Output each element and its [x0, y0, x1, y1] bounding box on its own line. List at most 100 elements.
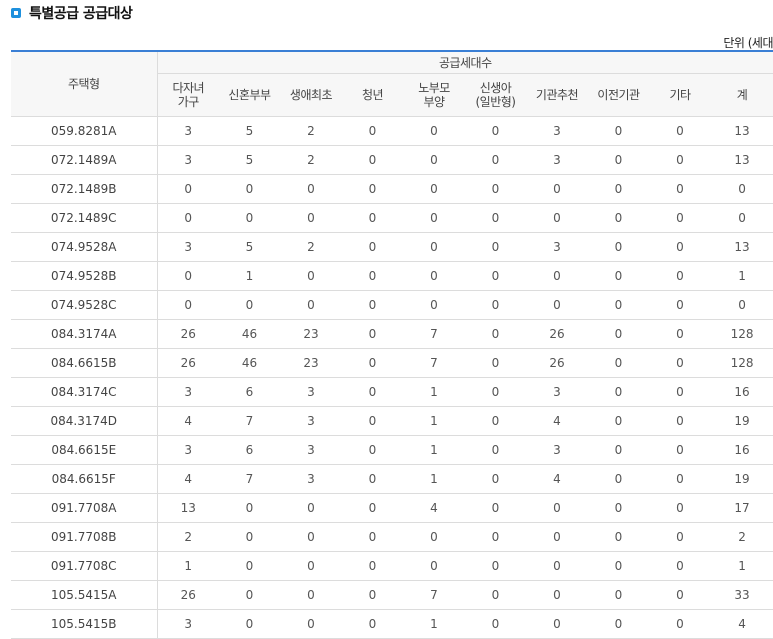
housing-type-cell: 105.5415A: [11, 580, 158, 610]
housing-type-cell: 059.8281A: [11, 116, 158, 146]
value-cell: 0: [588, 435, 649, 465]
value-cell: 0: [219, 493, 280, 523]
value-cell: 0: [465, 551, 526, 581]
value-cell: 26: [157, 580, 219, 610]
supply-count-header: 공급세대수: [157, 50, 773, 74]
value-cell: 0: [649, 348, 711, 378]
value-cell: 128: [711, 319, 773, 349]
value-cell: 3: [526, 116, 588, 146]
column-header-text: 가구: [177, 95, 200, 109]
value-cell: 0: [465, 348, 526, 378]
value-cell: 26: [526, 348, 588, 378]
value-cell: 46: [219, 348, 280, 378]
column-header: 기관추천: [526, 73, 588, 117]
column-header: 이전기관: [588, 73, 649, 117]
housing-type-cell: 084.3174D: [11, 406, 158, 436]
value-cell: 0: [526, 174, 588, 204]
value-cell: 0: [588, 580, 649, 610]
column-header-text: 이전기관: [597, 88, 640, 102]
value-cell: 128: [711, 348, 773, 378]
value-cell: 0: [342, 319, 403, 349]
value-cell: 1: [403, 609, 465, 639]
table-body: 059.8281A 3 5 2 0 0 0 3 0 0 13 072.1489A 3 5 2 0 0 0 3 0 0 13…: [11, 116, 773, 639]
value-cell: 0: [588, 377, 649, 407]
value-cell: 3: [157, 116, 219, 146]
value-cell: 1: [403, 435, 465, 465]
value-cell: 3: [157, 232, 219, 262]
value-cell: 0: [711, 203, 773, 233]
value-cell: 4: [157, 406, 219, 436]
value-cell: 0: [465, 232, 526, 262]
column-header: 계: [711, 73, 773, 117]
value-cell: 0: [649, 290, 711, 320]
value-cell: 0: [588, 203, 649, 233]
value-cell: 4: [157, 464, 219, 494]
value-cell: 2: [280, 232, 342, 262]
value-cell: 0: [465, 522, 526, 552]
value-cell: 0: [588, 145, 649, 175]
value-cell: 0: [465, 580, 526, 610]
value-cell: 0: [588, 261, 649, 291]
column-header-text: 신생아: [479, 81, 512, 95]
value-cell: 0: [649, 406, 711, 436]
column-header: 다자녀 가구: [157, 73, 219, 117]
housing-type-cell: 074.9528B: [11, 261, 158, 291]
value-cell: 17: [711, 493, 773, 523]
housing-type-cell: 105.5415B: [11, 609, 158, 639]
value-cell: 1: [711, 261, 773, 291]
value-cell: 2: [711, 522, 773, 552]
column-header-text: 생애최초: [289, 88, 333, 102]
value-cell: 0: [403, 203, 465, 233]
value-cell: 7: [403, 319, 465, 349]
value-cell: 0: [157, 203, 219, 233]
table-row: 074.9528A 3 5 2 0 0 0 3 0 0 13: [11, 232, 773, 262]
column-header-text: (일반형): [475, 95, 516, 109]
value-cell: 0: [526, 580, 588, 610]
value-cell: 0: [649, 261, 711, 291]
column-header-text: 기관추천: [535, 88, 579, 102]
value-cell: 13: [711, 116, 773, 146]
value-cell: 3: [526, 377, 588, 407]
value-cell: 1: [403, 464, 465, 494]
value-cell: 26: [526, 319, 588, 349]
value-cell: 0: [403, 145, 465, 175]
value-cell: 0: [588, 116, 649, 146]
table-row: 084.3174C 3 6 3 0 1 0 3 0 0 16: [11, 377, 773, 407]
value-cell: 0: [526, 551, 588, 581]
value-cell: 0: [342, 522, 403, 552]
value-cell: 7: [219, 464, 280, 494]
housing-type-header: 주택형: [11, 50, 158, 117]
section-heading: 특별공급 공급대상: [11, 2, 133, 24]
housing-type-cell: 091.7708A: [11, 493, 158, 523]
value-cell: 0: [649, 203, 711, 233]
table-row: 072.1489C 0 0 0 0 0 0 0 0 0 0: [11, 203, 773, 233]
value-cell: 0: [649, 377, 711, 407]
value-cell: 0: [465, 464, 526, 494]
column-header-text: 노부모: [418, 81, 450, 95]
housing-type-cell: 091.7708B: [11, 522, 158, 552]
value-cell: 0: [342, 290, 403, 320]
value-cell: 0: [280, 580, 342, 610]
value-cell: 1: [403, 377, 465, 407]
column-header: 신혼부부: [219, 73, 280, 117]
value-cell: 0: [649, 464, 711, 494]
value-cell: 0: [465, 261, 526, 291]
value-cell: 0: [465, 319, 526, 349]
value-cell: 0: [157, 290, 219, 320]
housing-type-cell: 072.1489B: [11, 174, 158, 204]
value-cell: 4: [526, 406, 588, 436]
value-cell: 0: [342, 551, 403, 581]
value-cell: 0: [280, 174, 342, 204]
value-cell: 1: [219, 261, 280, 291]
value-cell: 46: [219, 319, 280, 349]
value-cell: 0: [403, 116, 465, 146]
value-cell: 0: [219, 551, 280, 581]
value-cell: 0: [157, 261, 219, 291]
value-cell: 0: [465, 493, 526, 523]
value-cell: 0: [342, 261, 403, 291]
value-cell: 0: [649, 493, 711, 523]
value-cell: 0: [649, 435, 711, 465]
value-cell: 0: [588, 522, 649, 552]
table-row: 072.1489A 3 5 2 0 0 0 3 0 0 13: [11, 145, 773, 175]
unit-label: 단위 (세대: [723, 36, 773, 50]
